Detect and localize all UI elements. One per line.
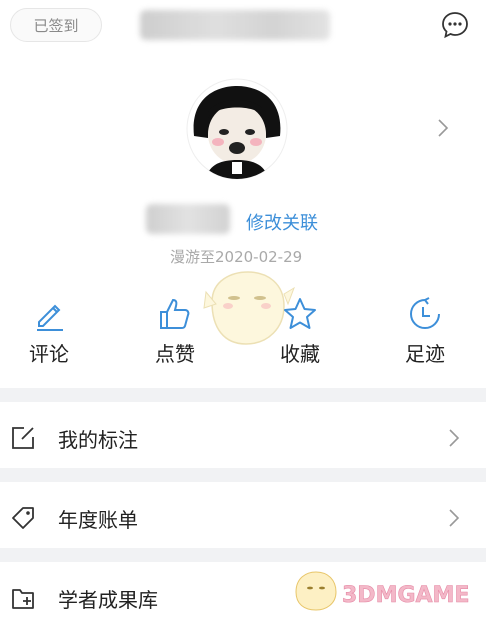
edit-link-button[interactable]: 修改关联 [246,209,318,235]
action-history-label: 足迹 [405,342,445,366]
message-icon[interactable] [440,10,470,40]
signed-in-badge[interactable]: 已签到 [10,8,102,42]
edit-note-icon [12,427,34,449]
menu-item-annotations[interactable]: 我的标注 [0,406,486,470]
action-comment[interactable]: 评论 [4,296,94,367]
action-comment-label: 评论 [29,342,69,366]
action-like[interactable]: 点赞 [130,296,220,367]
menu-item-annotations-label: 我的标注 [58,427,138,452]
menu-item-scholar-library-label: 学者成果库 [58,587,158,612]
chevron-right-icon [449,429,460,447]
clock-icon [410,297,440,329]
site-watermark-logo: 3DMGAME [295,571,470,611]
pencil-icon [37,304,63,331]
star-icon [284,298,316,329]
section-divider [0,388,486,402]
chevron-right-icon[interactable] [436,117,450,139]
watermark-text: 3DMGAME [342,583,469,608]
menu-item-annual-bill[interactable]: 年度账单 [0,486,486,550]
tag-icon [12,507,34,529]
action-favorite[interactable]: 收藏 [255,296,345,367]
avatar[interactable] [186,78,288,180]
section-divider [0,468,486,482]
real-name-blurred [146,204,230,234]
signed-in-label: 已签到 [33,16,79,35]
action-like-label: 点赞 [155,342,195,366]
folder-add-icon [12,589,34,609]
chevron-right-icon [449,509,460,527]
action-history[interactable]: 足迹 [380,296,470,367]
action-favorite-label: 收藏 [280,342,320,366]
section-divider [0,548,486,562]
username-blurred [140,10,330,40]
thumbs-up-icon [160,298,190,329]
menu-item-annual-bill-label: 年度账单 [58,507,138,532]
